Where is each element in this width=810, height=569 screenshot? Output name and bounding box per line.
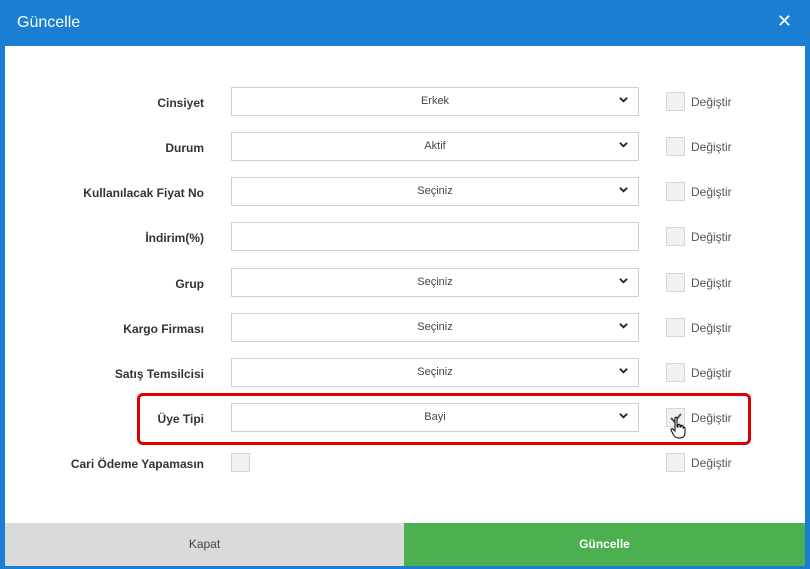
- update-modal: Güncelle ✕ Cinsiyet Erkek Değiştir Durum…: [0, 0, 810, 569]
- change-label: Değiştir: [691, 366, 732, 380]
- change-label: Değiştir: [691, 95, 732, 109]
- change-label: Değiştir: [691, 185, 732, 199]
- select-value: Seçiniz: [417, 276, 453, 288]
- field-row-cargo: Kargo Firması Seçiniz Değiştir: [5, 313, 805, 345]
- field-label: Grup: [175, 277, 204, 291]
- change-checkbox[interactable]: [666, 137, 685, 156]
- change-label: Değiştir: [691, 276, 732, 290]
- change-label: Değiştir: [691, 411, 732, 425]
- close-icon[interactable]: ✕: [777, 11, 792, 31]
- change-checkbox[interactable]: [666, 273, 685, 292]
- modal-title: Güncelle: [17, 14, 81, 31]
- sales-rep-select[interactable]: Seçiniz: [231, 358, 639, 387]
- select-value: Aktif: [424, 140, 446, 152]
- change-label: Değiştir: [691, 456, 732, 470]
- field-row-sales-rep: Satış Temsilcisi Seçiniz Değiştir: [5, 358, 805, 390]
- change-checkbox[interactable]: [666, 92, 685, 111]
- change-checkbox[interactable]: [666, 363, 685, 382]
- field-row-price-no: Kullanılacak Fiyat No Seçiniz Değiştir: [5, 177, 805, 209]
- change-label: Değiştir: [691, 230, 732, 244]
- field-row-gender: Cinsiyet Erkek Değiştir: [5, 87, 805, 119]
- hand-cursor-icon: [670, 416, 686, 439]
- discount-input[interactable]: [231, 222, 639, 251]
- cargo-select[interactable]: Seçiniz: [231, 313, 639, 342]
- chevron-down-icon: [619, 187, 628, 193]
- status-select[interactable]: Aktif: [231, 132, 639, 161]
- field-row-discount: İndirim(%) Değiştir: [5, 222, 805, 254]
- chevron-down-icon: [619, 413, 628, 419]
- field-label: Cari Ödeme Yapamasın: [70, 457, 204, 471]
- modal-header: Güncelle ✕: [0, 0, 810, 46]
- chevron-down-icon: [619, 323, 628, 329]
- select-value: Seçiniz: [417, 366, 453, 378]
- field-label: Cinsiyet: [157, 96, 204, 110]
- field-row-no-payment: Cari Ödeme Yapamasın Değiştir: [5, 448, 805, 480]
- select-value: Bayi: [424, 411, 446, 423]
- change-checkbox[interactable]: [666, 318, 685, 337]
- chevron-down-icon: [619, 142, 628, 148]
- price-no-select[interactable]: Seçiniz: [231, 177, 639, 206]
- field-label: Üye Tipi: [157, 412, 204, 426]
- change-label: Değiştir: [691, 321, 732, 335]
- chevron-down-icon: [619, 368, 628, 374]
- gender-select[interactable]: Erkek: [231, 87, 639, 116]
- change-checkbox[interactable]: [666, 227, 685, 246]
- change-label: Değiştir: [691, 140, 732, 154]
- member-type-select[interactable]: Bayi: [231, 403, 639, 432]
- update-button[interactable]: Güncelle: [404, 523, 805, 566]
- group-select[interactable]: Seçiniz: [231, 268, 639, 297]
- no-payment-checkbox[interactable]: [231, 453, 250, 472]
- modal-body: Cinsiyet Erkek Değiştir Durum Aktif Deği…: [5, 46, 805, 523]
- modal-footer: Kapat Güncelle: [5, 523, 805, 566]
- chevron-down-icon: [619, 97, 628, 103]
- select-value: Seçiniz: [417, 185, 453, 197]
- select-value: Erkek: [420, 95, 450, 107]
- chevron-down-icon: [619, 278, 628, 284]
- change-checkbox[interactable]: [666, 453, 685, 472]
- change-checkbox[interactable]: [666, 182, 685, 201]
- field-row-status: Durum Aktif Değiştir: [5, 132, 805, 164]
- field-label: Satış Temsilcisi: [114, 367, 204, 381]
- field-label: Durum: [165, 141, 204, 155]
- field-label: Kargo Firması: [123, 322, 204, 336]
- select-value: Seçiniz: [417, 321, 453, 333]
- field-label: Kullanılacak Fiyat No: [83, 186, 204, 200]
- close-button[interactable]: Kapat: [5, 523, 404, 566]
- field-row-group: Grup Seçiniz Değiştir: [5, 268, 805, 300]
- field-label: İndirim(%): [145, 231, 204, 245]
